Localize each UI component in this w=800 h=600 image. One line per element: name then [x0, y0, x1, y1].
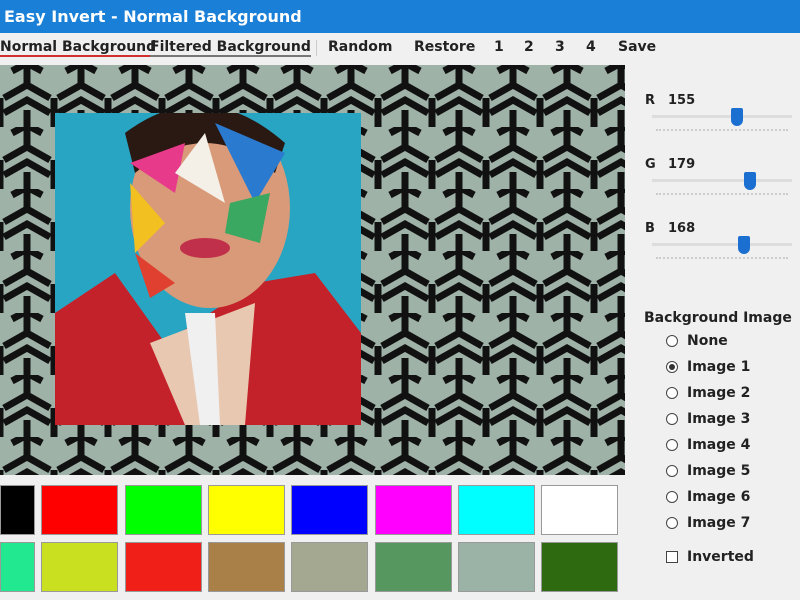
color-swatch[interactable]: [374, 542, 452, 592]
radio-icon: [666, 465, 678, 477]
g-slider-thumb[interactable]: [744, 172, 757, 190]
b-slider-thumb[interactable]: [738, 236, 751, 254]
slider-ticks: [656, 257, 788, 259]
color-swatch[interactable]: [124, 485, 202, 535]
b-label: B: [645, 221, 655, 236]
window-title: Easy Invert - Normal Background: [4, 7, 302, 26]
radio-icon: [666, 335, 678, 347]
random-button[interactable]: Random: [328, 39, 392, 55]
preset-2-button[interactable]: 2: [524, 39, 534, 55]
background-image-title: Background Image: [644, 310, 792, 326]
radio-label: Image 5: [687, 463, 751, 479]
radio-label: Image 6: [687, 489, 751, 505]
color-swatch[interactable]: [0, 542, 35, 592]
filtered-background-tab[interactable]: Filtered Background: [150, 39, 311, 57]
color-swatch[interactable]: [541, 485, 619, 535]
radio-icon: [666, 517, 678, 529]
b-value: 168: [668, 221, 696, 236]
radio-image-1[interactable]: Image 1: [666, 359, 750, 375]
preview-canvas[interactable]: [0, 65, 625, 475]
g-label: G: [645, 157, 656, 172]
color-swatch[interactable]: [124, 542, 202, 592]
radio-label: Image 4: [687, 437, 751, 453]
checkbox-icon: [666, 551, 678, 563]
color-swatch[interactable]: [41, 485, 119, 535]
radio-label: Image 7: [687, 515, 751, 531]
color-swatch[interactable]: [291, 542, 369, 592]
radio-image-5[interactable]: Image 5: [666, 463, 750, 479]
menu-bar: Normal Background Filtered Background Ra…: [0, 33, 800, 63]
slider-ticks: [656, 129, 788, 131]
color-swatch[interactable]: [541, 542, 619, 592]
color-swatch[interactable]: [0, 485, 35, 535]
radio-label: Image 1: [687, 359, 751, 375]
radio-icon: [666, 361, 678, 373]
radio-label: Image 2: [687, 385, 751, 401]
radio-icon: [666, 413, 678, 425]
slider-ticks: [656, 193, 788, 195]
radio-label: None: [687, 333, 728, 349]
portrait-image: [55, 113, 361, 425]
preset-4-button[interactable]: 4: [586, 39, 596, 55]
color-swatch[interactable]: [374, 485, 452, 535]
inverted-checkbox[interactable]: Inverted: [666, 549, 754, 565]
radio-image-4[interactable]: Image 4: [666, 437, 750, 453]
save-button[interactable]: Save: [618, 39, 656, 55]
menu-separator: [316, 40, 317, 56]
radio-image-3[interactable]: Image 3: [666, 411, 750, 427]
radio-icon: [666, 387, 678, 399]
g-value: 179: [668, 157, 696, 172]
preset-3-button[interactable]: 3: [555, 39, 565, 55]
color-swatch[interactable]: [457, 485, 535, 535]
r-value: 155: [668, 93, 696, 108]
inverted-label: Inverted: [687, 549, 754, 565]
color-swatch[interactable]: [457, 542, 535, 592]
r-slider-track[interactable]: [652, 115, 792, 118]
radio-label: Image 3: [687, 411, 751, 427]
color-swatch[interactable]: [41, 542, 119, 592]
title-bar: Easy Invert - Normal Background: [0, 0, 800, 33]
radio-icon: [666, 439, 678, 451]
color-swatch[interactable]: [207, 542, 285, 592]
g-slider-track[interactable]: [652, 179, 792, 182]
preset-1-button[interactable]: 1: [494, 39, 504, 55]
radio-icon: [666, 491, 678, 503]
normal-background-tab[interactable]: Normal Background: [0, 39, 157, 57]
restore-button[interactable]: Restore: [414, 39, 475, 55]
color-swatch[interactable]: [207, 485, 285, 535]
b-slider-track[interactable]: [652, 243, 792, 246]
radio-none[interactable]: None: [666, 333, 728, 349]
portrait-photo: [55, 113, 361, 425]
r-slider-thumb[interactable]: [731, 108, 744, 126]
r-label: R: [645, 93, 656, 108]
radio-image-7[interactable]: Image 7: [666, 515, 750, 531]
color-swatch[interactable]: [291, 485, 369, 535]
radio-image-6[interactable]: Image 6: [666, 489, 750, 505]
radio-image-2[interactable]: Image 2: [666, 385, 750, 401]
